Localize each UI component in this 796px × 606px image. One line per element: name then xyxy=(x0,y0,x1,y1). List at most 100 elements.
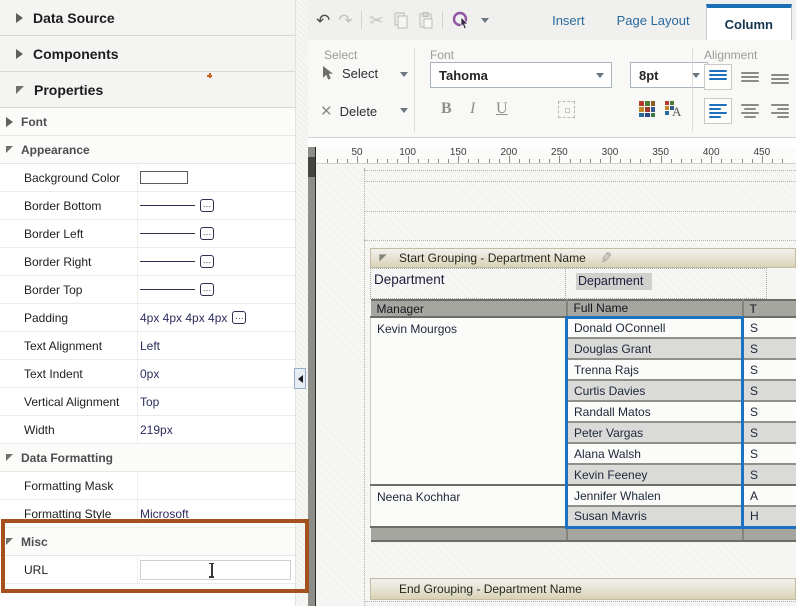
align-hleft-button[interactable] xyxy=(704,98,732,124)
property-value: … xyxy=(137,248,291,275)
property-text-value[interactable]: 0px xyxy=(140,367,159,381)
font-size-dropdown[interactable]: 8pt xyxy=(630,62,708,88)
title-cell[interactable]: S xyxy=(742,338,796,360)
hleft-icon xyxy=(709,104,727,118)
ruler-tick xyxy=(680,159,682,163)
accordion-label: Data Source xyxy=(33,9,115,26)
chevron-down-icon[interactable] xyxy=(400,72,408,77)
column-header-manager[interactable]: Manager xyxy=(370,299,568,318)
select-button[interactable]: Select xyxy=(322,66,378,81)
full-name-cell[interactable]: Susan Mavris xyxy=(565,506,744,529)
full-name-cell[interactable]: Douglas Grant xyxy=(565,338,744,360)
chevron-down-icon[interactable] xyxy=(480,17,489,23)
ellipsis-button[interactable]: … xyxy=(200,255,214,268)
tab-insert[interactable]: Insert xyxy=(536,13,601,28)
full-name-cell[interactable]: Kevin Feeney xyxy=(565,464,744,486)
title-cell[interactable]: A xyxy=(742,485,796,507)
footer-cell[interactable] xyxy=(370,526,568,542)
full-name-cell[interactable]: Curtis Davies xyxy=(565,380,744,402)
property-group-data-formatting[interactable]: Data Formatting xyxy=(0,444,295,472)
edit-pencil-icon[interactable]: ✎ xyxy=(599,248,614,268)
font-family-dropdown[interactable]: Tahoma xyxy=(430,62,612,88)
property-text-value[interactable]: Microsoft xyxy=(140,507,189,521)
title-cell[interactable]: S xyxy=(742,422,796,444)
url-input[interactable] xyxy=(140,559,291,580)
design-canvas[interactable]: Start Grouping - Department Name ✎ Depar… xyxy=(316,164,796,606)
align-vmid-button[interactable] xyxy=(736,64,764,90)
background-color-icon[interactable] xyxy=(638,100,656,118)
footer-cell[interactable] xyxy=(742,526,796,542)
property-text-value[interactable]: 219px xyxy=(140,423,173,437)
title-cell[interactable]: S xyxy=(742,401,796,423)
chevron-down-icon[interactable] xyxy=(400,108,408,113)
end-grouping-bar[interactable]: End Grouping - Department Name xyxy=(370,578,796,600)
bold-button[interactable]: B xyxy=(441,100,452,118)
ellipsis-button[interactable]: … xyxy=(200,227,214,240)
full-name-cell[interactable]: Peter Vargas xyxy=(565,422,744,444)
property-group-appearance[interactable]: Appearance xyxy=(0,136,295,164)
italic-button[interactable]: I xyxy=(470,100,475,118)
title-cell[interactable]: S xyxy=(742,359,796,381)
property-text-value[interactable]: 4px 4px 4px 4px xyxy=(140,311,227,325)
ellipsis-button[interactable]: … xyxy=(200,283,214,296)
title-cell[interactable]: H xyxy=(742,506,796,529)
undo-icon[interactable]: ↶ xyxy=(316,12,330,29)
start-grouping-bar[interactable]: Start Grouping - Department Name ✎ xyxy=(370,248,796,268)
cut-icon[interactable]: ✂ xyxy=(370,12,384,29)
accordion-data-source[interactable]: Data Source xyxy=(0,0,295,36)
footer-cell[interactable] xyxy=(566,526,744,542)
ruler-tick xyxy=(437,159,439,163)
ellipsis-button[interactable]: … xyxy=(200,199,214,212)
department-static-label[interactable]: Department xyxy=(371,269,565,298)
department-field-value[interactable]: Department xyxy=(576,273,653,290)
property-label: Background Color xyxy=(24,171,121,185)
manager-cell[interactable]: Neena Kochhar xyxy=(370,485,567,528)
align-hright-button[interactable] xyxy=(766,98,794,124)
ellipsis-button[interactable]: … xyxy=(232,311,247,324)
accordion-properties[interactable]: Properties xyxy=(0,72,295,108)
full-name-cell[interactable]: Jennifer Whalen xyxy=(565,485,744,507)
property-grid: Font Appearance Background Color Border Bot… xyxy=(0,108,295,584)
copy-icon[interactable] xyxy=(392,12,409,29)
align-hcenter-button[interactable] xyxy=(736,98,764,124)
align-vbot-button[interactable] xyxy=(766,64,794,90)
table-header-row: Manager Full Name T xyxy=(370,299,796,318)
group-header-row[interactable]: Department Department xyxy=(370,268,767,299)
vbot-icon xyxy=(771,70,789,84)
font-color-icon[interactable]: A xyxy=(664,100,684,118)
borders-button[interactable] xyxy=(558,101,575,118)
color-swatch[interactable] xyxy=(140,171,188,184)
title-cell[interactable]: S xyxy=(742,443,796,465)
underline-button[interactable]: U xyxy=(496,100,508,118)
full-name-cell[interactable]: Randall Matos xyxy=(565,401,744,423)
full-name-cell[interactable]: Donald OConnell xyxy=(565,315,744,339)
panel-splitter[interactable] xyxy=(294,0,308,606)
full-name-cell[interactable]: Alana Walsh xyxy=(565,443,744,465)
title-cell[interactable]: S xyxy=(742,464,796,486)
splitter-collapse-button[interactable] xyxy=(294,368,306,389)
manager-cell[interactable]: Kevin Mourgos xyxy=(370,317,567,486)
property-text-value[interactable]: Top xyxy=(140,395,159,409)
align-vtop-button[interactable] xyxy=(704,64,732,90)
redo-icon[interactable]: ↷ xyxy=(338,12,352,29)
department-field-cell[interactable]: Department xyxy=(565,269,766,298)
full-name-cell[interactable]: Trenna Rajs xyxy=(565,359,744,381)
paste-icon[interactable] xyxy=(417,11,434,29)
property-text-value[interactable]: Left xyxy=(140,339,160,353)
column-header-t[interactable]: T xyxy=(742,299,796,318)
accordion-components[interactable]: Components xyxy=(0,36,295,72)
ruler-tick-label: 400 xyxy=(702,147,720,158)
property-group-font[interactable]: Font xyxy=(0,108,295,136)
tab-page-layout[interactable]: Page Layout xyxy=(601,13,706,28)
chevron-down-icon xyxy=(596,72,604,78)
property-value: Left xyxy=(137,332,291,359)
title-cell[interactable]: S xyxy=(742,317,796,339)
tab-column[interactable]: Column xyxy=(705,4,792,40)
property-value: … xyxy=(137,276,291,303)
column-header-full-name[interactable]: Full Name xyxy=(566,299,744,318)
delete-button[interactable]: ✕ Delete xyxy=(320,102,377,120)
title-cell[interactable]: S xyxy=(742,380,796,402)
text-cursor-icon xyxy=(207,562,216,578)
action-menu-icon[interactable] xyxy=(451,10,473,30)
property-group-misc[interactable]: Misc xyxy=(0,528,295,556)
